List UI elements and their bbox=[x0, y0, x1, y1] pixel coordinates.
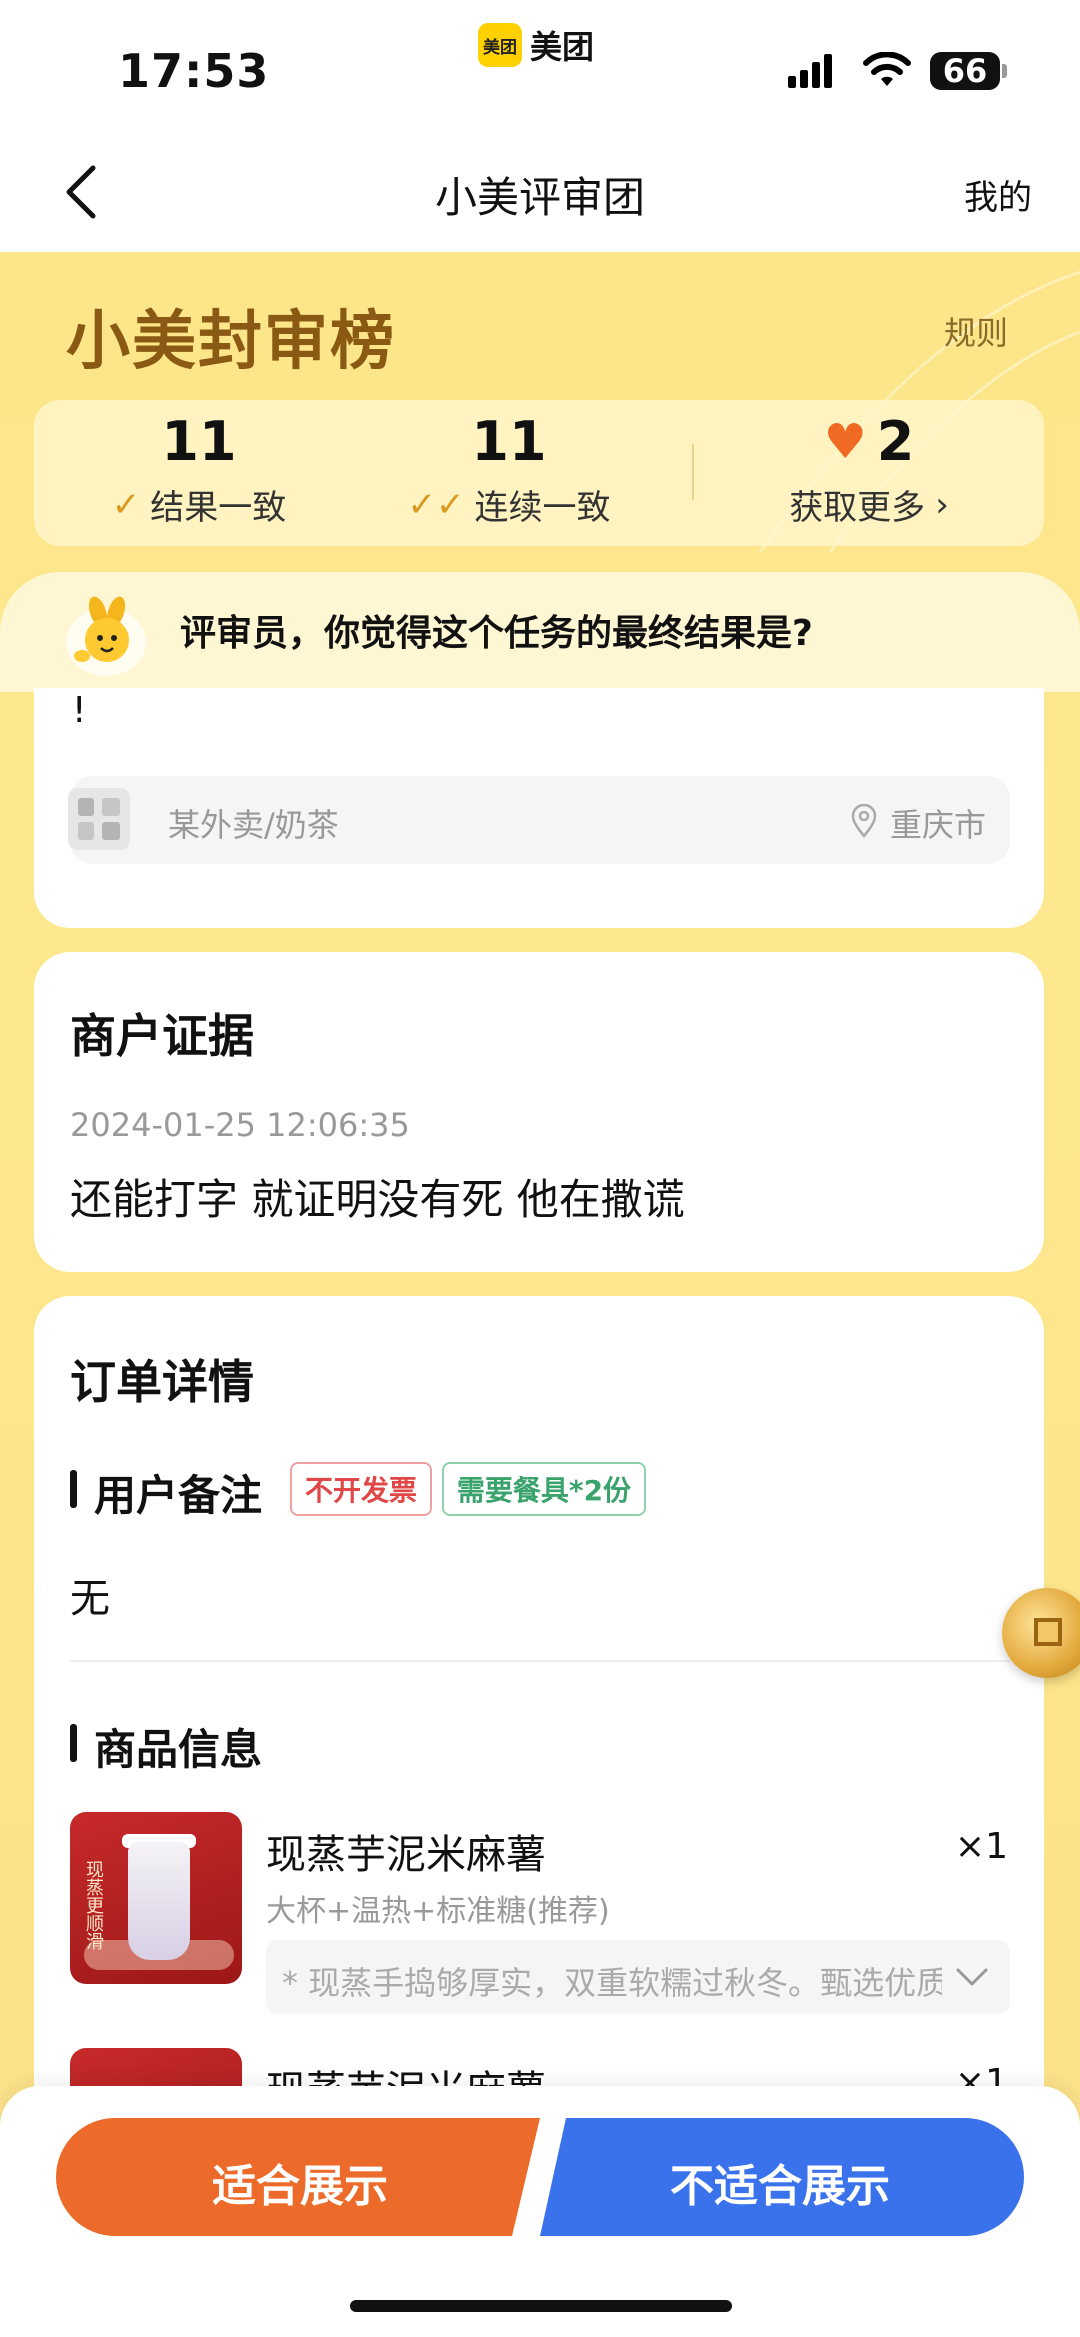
tag-utensils: 需要餐具*2份 bbox=[442, 1462, 646, 1516]
meituan-logo-icon: 美团 bbox=[478, 23, 522, 67]
status-time: 17:53 bbox=[118, 44, 270, 98]
mine-link[interactable]: 我的 bbox=[964, 170, 1032, 219]
milk-tea-cup-icon bbox=[128, 1842, 190, 1960]
stat-label: 连续一致 bbox=[474, 488, 611, 528]
check-icon: ✓ bbox=[111, 484, 141, 525]
mascot-icon bbox=[66, 596, 146, 676]
product-image: 现蒸更顺滑 bbox=[70, 1812, 242, 1984]
chevron-right-icon: › bbox=[935, 484, 949, 525]
product-name: 现蒸芋泥米麻薯 bbox=[266, 1832, 546, 1878]
evidence-text: 还能打字 就证明没有死 他在撒谎 bbox=[70, 1175, 685, 1224]
chevron-down-icon[interactable] bbox=[954, 1966, 990, 1990]
heart-icon: ♥ bbox=[823, 414, 867, 470]
nav-bar: 小美评审团 我的 bbox=[0, 140, 1080, 252]
tag-no-invoice: 不开发票 bbox=[290, 1462, 432, 1516]
goods-info-title: 商品信息 bbox=[94, 1725, 263, 1774]
order-detail-title: 订单详情 bbox=[70, 1355, 254, 1409]
battery-icon: 66 bbox=[930, 52, 1000, 90]
user-remark-title: 用户备注 bbox=[94, 1471, 263, 1520]
question-text: 评审员，你觉得这个任务的最终结果是? bbox=[180, 613, 813, 654]
get-more-hearts-button[interactable]: ♥ 2 获取更多 › bbox=[754, 410, 984, 529]
signal-icon bbox=[788, 54, 832, 88]
stats-card: 11 ✓ 结果一致 11 ✓✓ 连续一致 ♥ 2 获取更多 › bbox=[34, 400, 1044, 546]
product-spec: 大杯+温热+标准糖(推荐) bbox=[266, 1894, 610, 1929]
app-name: 美团 bbox=[530, 28, 595, 66]
store-category: 某外卖/奶茶 bbox=[168, 806, 339, 844]
section-marker bbox=[70, 1724, 77, 1762]
merchant-evidence-title: 商户证据 bbox=[70, 1009, 254, 1063]
evidence-timestamp: 2024-01-25 12:06:35 bbox=[70, 1106, 410, 1144]
divider bbox=[70, 1660, 1010, 1662]
stat-result-consistent: 11 ✓ 结果一致 bbox=[94, 410, 304, 529]
home-indicator bbox=[350, 2300, 732, 2312]
stat-value: 11 bbox=[161, 410, 237, 473]
leaderboard-title: 小美封审榜 bbox=[66, 304, 396, 379]
section-marker bbox=[70, 1470, 77, 1508]
user-remark-text: 无 bbox=[70, 1576, 110, 1622]
page-title: 小美评审团 bbox=[434, 173, 645, 222]
app-indicator: 美团 美团 bbox=[478, 22, 594, 68]
stats-divider bbox=[692, 444, 694, 500]
product-description: * 现蒸手捣够厚实，双重软糯过秋冬。甄选优质 bbox=[282, 1964, 942, 2002]
battery-cap bbox=[1002, 64, 1007, 78]
task-text: ! bbox=[72, 690, 87, 731]
shop-icon bbox=[68, 788, 130, 850]
rules-link[interactable]: 规则 bbox=[944, 308, 1008, 354]
stat-value: 11 bbox=[471, 410, 547, 473]
stat-value: 2 bbox=[876, 410, 915, 473]
unsuitable-button[interactable] bbox=[536, 2118, 1024, 2236]
status-bar: 17:53 美团 美团 66 bbox=[0, 0, 1080, 140]
product-quantity: ×1 bbox=[954, 1826, 1008, 1867]
double-check-icon: ✓✓ bbox=[407, 484, 465, 525]
wifi-icon bbox=[863, 52, 911, 86]
stat-label: 结果一致 bbox=[150, 488, 287, 528]
product-image-text: 现蒸更顺滑 bbox=[83, 1860, 104, 1950]
location-pin-icon bbox=[851, 804, 877, 838]
stat-streak-consistent: 11 ✓✓ 连续一致 bbox=[404, 410, 614, 529]
stat-label: 获取更多 bbox=[789, 488, 926, 528]
suitable-button[interactable] bbox=[56, 2118, 544, 2236]
store-city: 重庆市 bbox=[890, 806, 987, 844]
coin-hole bbox=[1034, 1618, 1062, 1646]
